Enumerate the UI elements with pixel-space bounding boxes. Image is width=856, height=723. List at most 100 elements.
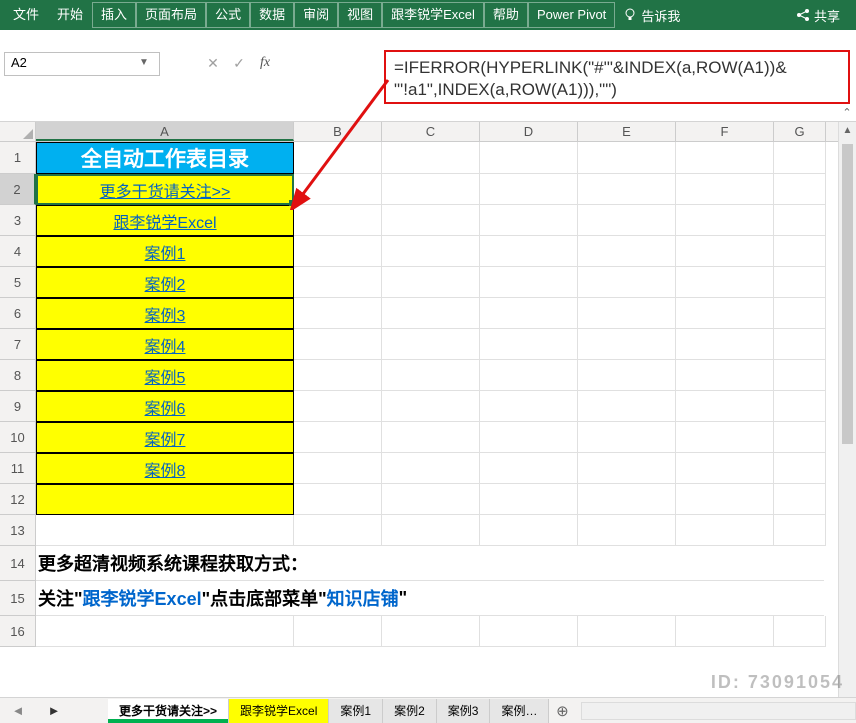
sheet-nav-prev-icon[interactable]: ◄ [0,703,36,718]
ribbon-tab-insert[interactable]: 插入 [92,2,136,28]
cell[interactable] [774,515,826,546]
ribbon-tab-view[interactable]: 视图 [338,2,382,28]
sheet-nav-next-icon[interactable]: ► [36,703,72,718]
cell[interactable] [676,453,774,484]
cell[interactable] [382,329,480,360]
ribbon-tab-file[interactable]: 文件 [4,0,48,30]
cell[interactable] [294,142,382,174]
cell[interactable] [382,484,480,515]
sheet-tab-5[interactable]: 案例… [490,699,549,723]
cell[interactable] [578,142,676,174]
col-header-C[interactable]: C [382,122,480,141]
cell[interactable] [578,236,676,267]
row-header-5[interactable]: 5 [0,267,36,298]
cell[interactable] [578,616,676,647]
cell[interactable] [294,422,382,453]
cell[interactable] [480,142,578,174]
cell[interactable] [676,360,774,391]
cell[interactable] [294,298,382,329]
ribbon-tab-review[interactable]: 审阅 [294,2,338,28]
cell[interactable] [294,515,382,546]
cell[interactable] [382,298,480,329]
cell[interactable] [36,616,294,647]
cell[interactable] [578,329,676,360]
cell-A14[interactable]: 更多超清视频系统课程获取方式： [36,546,824,581]
col-header-B[interactable]: B [294,122,382,141]
row-header-12[interactable]: 12 [0,484,36,515]
row-header-8[interactable]: 8 [0,360,36,391]
row-header-13[interactable]: 13 [0,515,36,546]
cell[interactable] [382,236,480,267]
cell-A3[interactable]: 跟李锐学Excel [36,205,294,236]
cell[interactable] [480,422,578,453]
cell[interactable] [676,298,774,329]
cell[interactable] [480,267,578,298]
cancel-formula-icon[interactable]: ✕ [200,52,226,74]
row-header-16[interactable]: 16 [0,616,36,647]
cell[interactable] [382,267,480,298]
ribbon-tab-formulas[interactable]: 公式 [206,2,250,28]
cell[interactable] [774,391,826,422]
cell[interactable] [774,422,826,453]
scroll-up-icon[interactable]: ▲ [839,122,856,140]
cell-A9[interactable]: 案例6 [36,391,294,422]
ribbon-tab-powerpivot[interactable]: Power Pivot [528,2,615,28]
cell-A4[interactable]: 案例1 [36,236,294,267]
cell[interactable] [382,205,480,236]
cell-A10[interactable]: 案例7 [36,422,294,453]
cell-A12[interactable] [36,484,294,515]
row-header-9[interactable]: 9 [0,391,36,422]
cell[interactable] [294,329,382,360]
ribbon-tab-home[interactable]: 开始 [48,0,92,30]
cell[interactable] [676,329,774,360]
col-header-A[interactable]: A [36,122,294,141]
cell[interactable] [480,298,578,329]
cell[interactable] [676,422,774,453]
share-button[interactable]: 共享 [796,6,852,25]
scrollbar-thumb[interactable] [842,144,853,444]
cell[interactable] [578,174,676,205]
ribbon-tab-data[interactable]: 数据 [250,2,294,28]
sheet-tab-0[interactable]: 更多干货请关注>> [108,699,229,723]
cell[interactable] [480,174,578,205]
cell[interactable] [294,484,382,515]
cell[interactable] [774,616,826,647]
cell[interactable] [676,267,774,298]
cell[interactable] [480,205,578,236]
cell[interactable] [480,515,578,546]
name-box[interactable]: ▼ [4,52,160,76]
cell[interactable] [382,453,480,484]
sheet-tab-4[interactable]: 案例3 [437,699,491,723]
cell[interactable] [774,267,826,298]
cell[interactable] [480,616,578,647]
cell[interactable] [382,422,480,453]
cell[interactable] [676,205,774,236]
formula-bar-expand-icon[interactable]: ⌃ [838,106,856,119]
cell[interactable] [774,484,826,515]
enter-formula-icon[interactable]: ✓ [226,52,252,74]
cell[interactable] [578,298,676,329]
col-header-E[interactable]: E [578,122,676,141]
row-header-1[interactable]: 1 [0,142,36,174]
cell-A1[interactable]: 全自动工作表目录 [36,142,294,174]
cell[interactable] [578,515,676,546]
cell[interactable] [774,174,826,205]
cell[interactable] [676,616,774,647]
cell[interactable] [774,453,826,484]
cell[interactable] [480,329,578,360]
col-header-D[interactable]: D [480,122,578,141]
add-sheet-icon[interactable]: ⊕ [549,702,575,720]
cell[interactable] [294,360,382,391]
cell[interactable] [676,236,774,267]
cell[interactable] [382,515,480,546]
cell[interactable] [36,515,294,546]
cell[interactable] [382,391,480,422]
cell[interactable] [480,391,578,422]
ribbon-tab-custom[interactable]: 跟李锐学Excel [382,2,484,28]
sheet-tab-2[interactable]: 案例1 [329,699,383,723]
sheet-tab-3[interactable]: 案例2 [383,699,437,723]
tell-me-search[interactable]: 告诉我 [623,6,680,25]
cell[interactable] [480,484,578,515]
cell[interactable] [676,391,774,422]
cell[interactable] [294,236,382,267]
